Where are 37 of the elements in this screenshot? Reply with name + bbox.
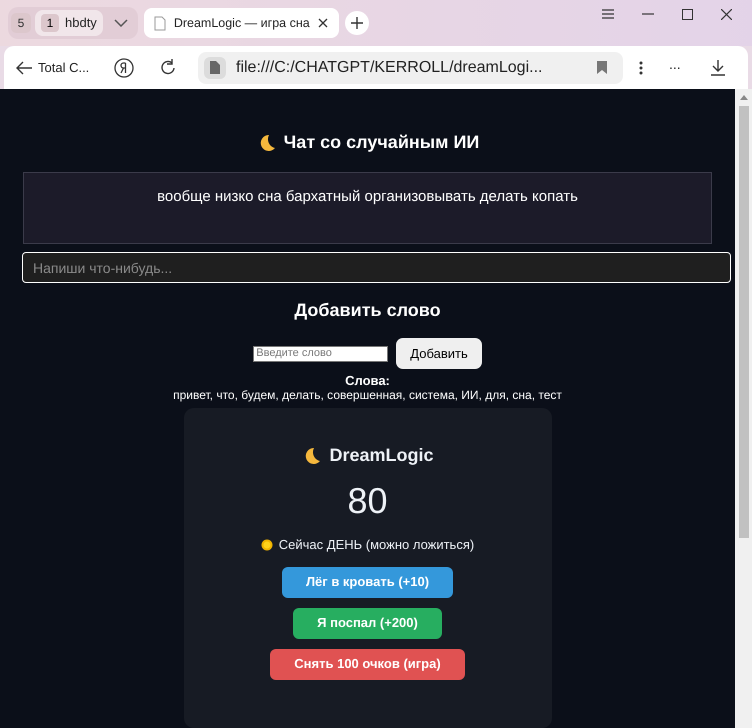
back-arrow-icon: [16, 60, 32, 74]
chat-title: Чат со случайным ИИ: [284, 131, 480, 154]
download-icon[interactable]: [710, 60, 725, 76]
menu-icon[interactable]: [602, 9, 614, 19]
day-status: Сейчас ДЕНЬ (можно ложиться): [278, 536, 474, 554]
bookmark-icon[interactable]: [597, 61, 607, 74]
scrollbar-thumb[interactable]: [738, 106, 748, 538]
chevron-down-icon[interactable]: [114, 19, 128, 27]
tab-group-counter[interactable]: 5: [11, 13, 31, 33]
section-heading: Добавить слово: [294, 299, 441, 322]
card-title: DreamLogic: [329, 444, 434, 467]
browser-tab[interactable]: 1 hbdty: [35, 10, 103, 36]
file-icon: [210, 61, 220, 74]
message-input[interactable]: Напиши что-нибудь...: [22, 252, 731, 283]
maximize-icon[interactable]: [682, 8, 693, 20]
new-tab-button[interactable]: [344, 11, 369, 35]
file-icon: [154, 16, 166, 30]
words-list: привет, что, будем, делать, совершенная, система, ИИ, для, сна, тест: [173, 388, 562, 402]
add-button[interactable]: Добавить: [396, 338, 482, 369]
reload-icon[interactable]: [160, 59, 176, 76]
word-input[interactable]: Введите слово: [253, 346, 388, 362]
browser-logo-icon[interactable]: [114, 58, 134, 78]
back-button[interactable]: Total C...: [16, 58, 106, 78]
browser-tab[interactable]: DreamLogic — игра сна: [144, 8, 339, 38]
overflow-button[interactable]: ...: [669, 54, 681, 81]
words-label: Слова:: [345, 373, 390, 388]
close-icon[interactable]: [721, 8, 732, 20]
score: 80: [347, 479, 388, 523]
plus-icon: [350, 17, 363, 29]
more-options-icon[interactable]: [639, 60, 643, 74]
close-icon[interactable]: [318, 18, 328, 28]
address-bar[interactable]: file:///C:/CHATGPT/KERROLL/dreamLogi...: [198, 52, 623, 84]
action-button[interactable]: Снять 100 очков (игра): [270, 648, 465, 680]
chat-message: вообще низко сна бархатный организовывать делать копать: [157, 188, 578, 205]
scroll-up-icon[interactable]: [740, 95, 748, 100]
minimize-icon[interactable]: [642, 13, 654, 15]
sun-icon: [260, 538, 273, 551]
